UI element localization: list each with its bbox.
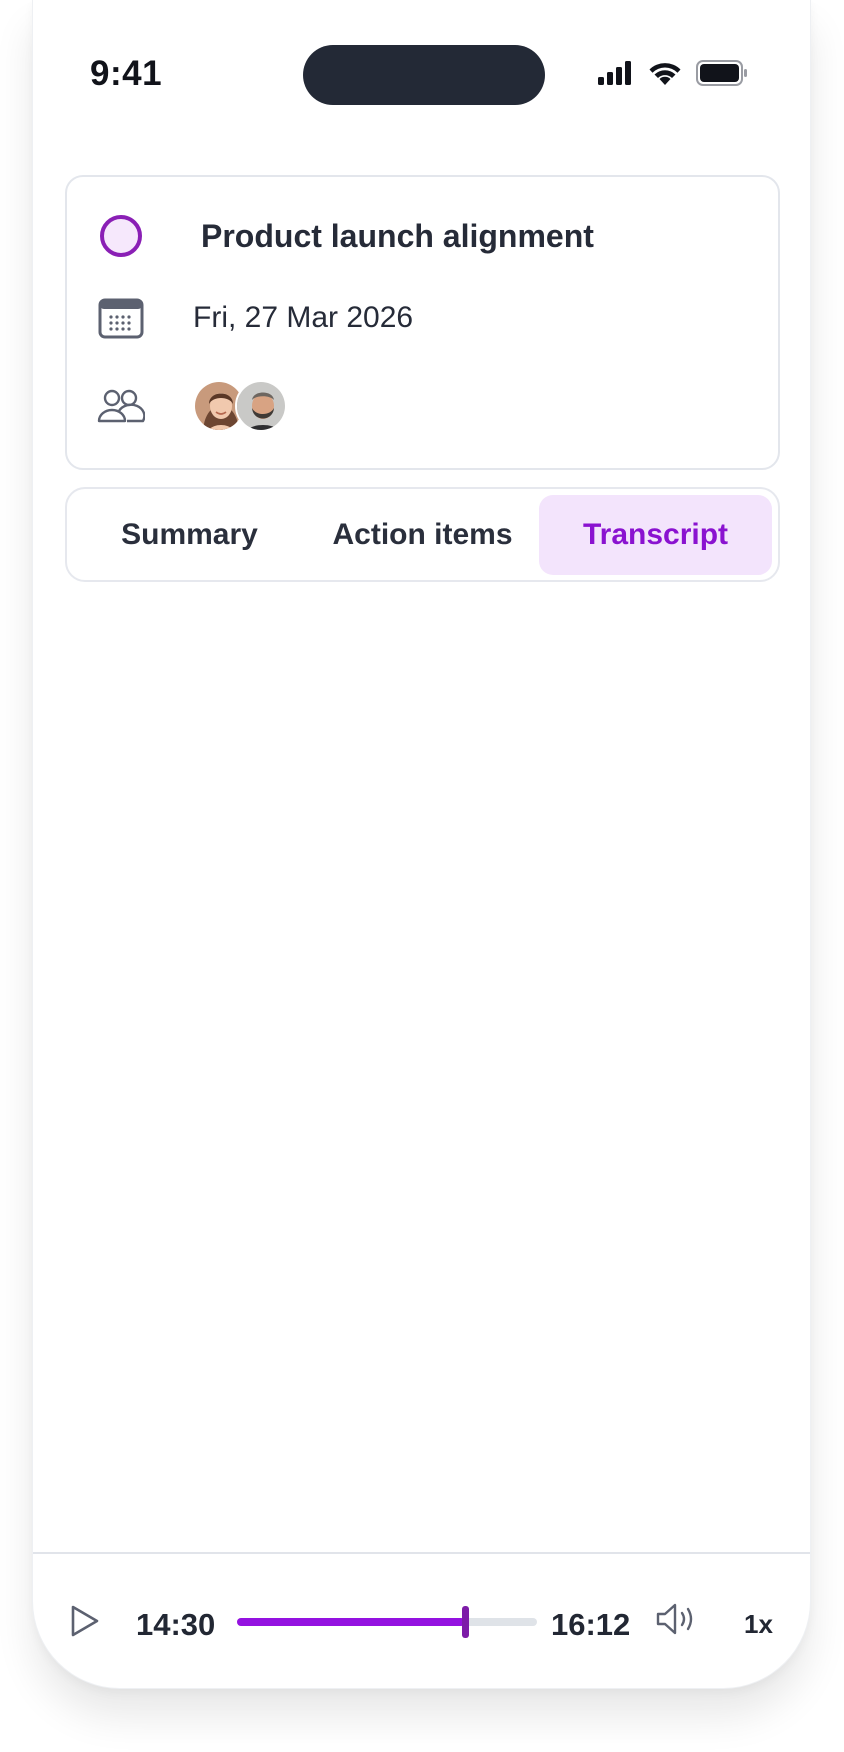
tab-action-items[interactable]: Action items (306, 495, 539, 575)
volume-icon (655, 1603, 697, 1640)
meeting-title: Product launch alignment (201, 217, 594, 254)
calendar-icon (97, 297, 145, 339)
play-icon (69, 1605, 101, 1642)
status-time: 9:41 (90, 54, 163, 93)
progress-thumb[interactable] (462, 1606, 469, 1638)
progress-track[interactable] (237, 1606, 537, 1638)
status-circle-icon[interactable] (100, 215, 142, 257)
wifi-icon (648, 61, 682, 91)
people-icon (97, 388, 145, 424)
current-time: 14:30 (136, 1607, 216, 1642)
participant-avatars (193, 380, 287, 432)
tab-bar: Summary Action items Transcript (65, 487, 780, 582)
total-time: 16:12 (551, 1607, 631, 1642)
meeting-title-row: Product launch alignment (97, 215, 594, 257)
progress-fill (237, 1618, 465, 1626)
phone-screen: 9:41 Product launch alignment Fri, 27 Ma… (32, 0, 811, 1689)
avatar[interactable] (235, 380, 287, 432)
playback-speed-button[interactable]: 1x (744, 1609, 773, 1640)
tab-transcript[interactable]: Transcript (539, 494, 772, 575)
meeting-date: Fri, 27 Mar 2026 (193, 301, 414, 334)
dynamic-island (303, 45, 545, 105)
participants-row (97, 380, 287, 432)
meeting-date-row: Fri, 27 Mar 2026 (97, 297, 413, 339)
meeting-card: Product launch alignment Fri, 27 Mar 202… (65, 175, 780, 470)
play-button[interactable] (69, 1604, 101, 1643)
audio-player: 14:30 16:12 1x (33, 1554, 810, 1688)
volume-button[interactable] (655, 1602, 697, 1641)
cellular-signal-icon (598, 61, 634, 90)
status-icons (598, 60, 748, 91)
tab-summary[interactable]: Summary (73, 495, 306, 575)
battery-icon (696, 60, 748, 91)
